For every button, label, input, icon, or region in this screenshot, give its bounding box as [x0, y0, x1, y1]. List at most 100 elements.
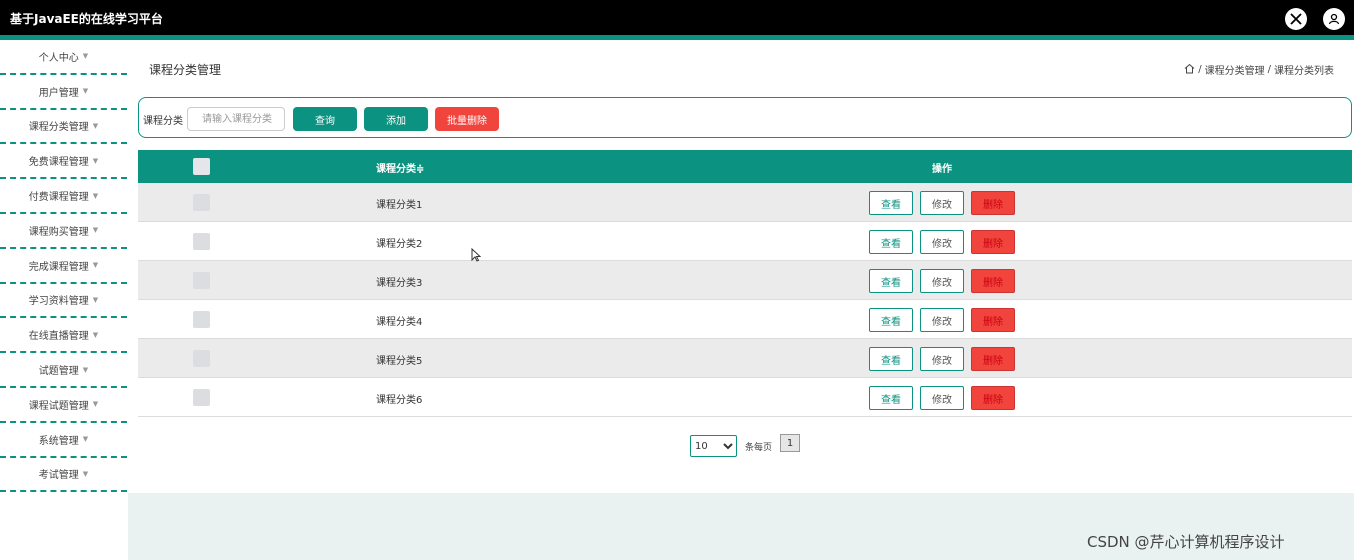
- table-header: 课程分类≑ 操作: [138, 150, 1352, 183]
- category-name-cell: 课程分类4: [376, 317, 423, 328]
- sidebar-item-label: 课程试题管理: [28, 400, 89, 412]
- search-panel: 课程分类 查询 添加 批量删除: [138, 97, 1352, 138]
- edit-button[interactable]: 修改: [920, 386, 964, 410]
- breadcrumb-separator: /: [1267, 64, 1271, 75]
- sidebar-item-label: 免费课程管理: [28, 157, 89, 169]
- row-checkbox[interactable]: [193, 233, 210, 250]
- sidebar-item-label: 完成课程管理: [28, 261, 89, 273]
- fullscreen-exit-icon[interactable]: [1285, 8, 1307, 30]
- edit-button[interactable]: 修改: [920, 230, 964, 254]
- delete-button[interactable]: 删除: [971, 308, 1015, 332]
- sidebar-item-exams[interactable]: 考试管理 ▼: [0, 458, 127, 493]
- user-icon[interactable]: [1323, 8, 1345, 30]
- caret-down-icon: ▼: [92, 261, 99, 270]
- breadcrumb: / 课程分类管理 / 课程分类列表: [1184, 62, 1334, 77]
- row-actions: 查看 修改 删除: [869, 386, 1015, 410]
- category-table: 课程分类≑ 操作 课程分类1 查看 修改 删除 课程分类2 查看 修改 删除 课…: [138, 150, 1352, 417]
- table-row: 课程分类5 查看 修改 删除: [138, 339, 1352, 378]
- category-name-cell: 课程分类5: [376, 356, 423, 367]
- edit-button[interactable]: 修改: [920, 191, 964, 215]
- app-title: 基于JavaEE的在线学习平台: [10, 12, 163, 26]
- select-all-checkbox[interactable]: [193, 158, 210, 175]
- caret-down-icon: ▼: [92, 121, 99, 130]
- sidebar-item-questions[interactable]: 试题管理 ▼: [0, 353, 127, 388]
- category-search-input[interactable]: [187, 107, 285, 131]
- column-header-operation: 操作: [932, 164, 952, 175]
- caret-down-icon: ▼: [92, 156, 99, 165]
- table-row: 课程分类3 查看 修改 删除: [138, 261, 1352, 300]
- row-checkbox[interactable]: [193, 311, 210, 328]
- page-size-select[interactable]: 10: [690, 435, 737, 457]
- sidebar-item-paid-courses[interactable]: 付费课程管理 ▼: [0, 179, 127, 214]
- sidebar-item-course-purchase[interactable]: 课程购买管理 ▼: [0, 214, 127, 249]
- table-row: 课程分类1 查看 修改 删除: [138, 183, 1352, 222]
- sidebar-item-learning-materials[interactable]: 学习资料管理 ▼: [0, 284, 127, 319]
- view-button[interactable]: 查看: [869, 269, 913, 293]
- breadcrumb-item-course-category[interactable]: 课程分类管理: [1205, 62, 1265, 77]
- sidebar-item-label: 个人中心: [38, 52, 79, 64]
- row-checkbox[interactable]: [193, 389, 210, 406]
- caret-down-icon: ▼: [92, 295, 99, 304]
- delete-button[interactable]: 删除: [971, 230, 1015, 254]
- row-actions: 查看 修改 删除: [869, 347, 1015, 371]
- column-header-label: 课程分类: [376, 164, 416, 175]
- sidebar-item-label: 考试管理: [38, 470, 79, 482]
- delete-button[interactable]: 删除: [971, 347, 1015, 371]
- sidebar-item-label: 付费课程管理: [28, 192, 89, 204]
- content-panel: 课程分类管理 / 课程分类管理 / 课程分类列表 课程分类 查询 添加 批量删除…: [128, 40, 1354, 493]
- table-row: 课程分类2 查看 修改 删除: [138, 222, 1352, 261]
- sidebar-item-label: 学习资料管理: [28, 296, 89, 308]
- sidebar-item-system[interactable]: 系统管理 ▼: [0, 423, 127, 458]
- mouse-cursor-icon: [471, 248, 481, 262]
- view-button[interactable]: 查看: [869, 191, 913, 215]
- query-button[interactable]: 查询: [293, 107, 357, 131]
- sidebar-item-completed-courses[interactable]: 完成课程管理 ▼: [0, 249, 127, 284]
- watermark: CSDN @芹心计算机程序设计: [1087, 533, 1285, 551]
- sidebar-item-label: 在线直播管理: [28, 331, 89, 343]
- category-name-cell: 课程分类6: [376, 395, 423, 406]
- breadcrumb-item-list: 课程分类列表: [1274, 66, 1334, 77]
- sidebar-item-users[interactable]: 用户管理 ▼: [0, 75, 127, 110]
- delete-button[interactable]: 删除: [971, 269, 1015, 293]
- add-button[interactable]: 添加: [364, 107, 428, 131]
- pagination: 10 条每页 1: [690, 434, 801, 457]
- table-row: 课程分类6 查看 修改 删除: [138, 378, 1352, 417]
- sort-icon[interactable]: ≑: [416, 164, 424, 175]
- caret-down-icon: ▼: [92, 400, 99, 409]
- sidebar-item-free-courses[interactable]: 免费课程管理 ▼: [0, 144, 127, 180]
- caret-down-icon: ▼: [82, 87, 89, 96]
- view-button[interactable]: 查看: [869, 230, 913, 254]
- category-name-cell: 课程分类2: [376, 239, 423, 250]
- row-actions: 查看 修改 删除: [869, 191, 1015, 215]
- row-checkbox[interactable]: [193, 272, 210, 289]
- home-icon[interactable]: [1184, 63, 1195, 77]
- view-button[interactable]: 查看: [869, 386, 913, 410]
- search-label: 课程分类: [143, 116, 183, 127]
- row-checkbox[interactable]: [193, 350, 210, 367]
- view-button[interactable]: 查看: [869, 347, 913, 371]
- sidebar-item-label: 试题管理: [38, 366, 79, 378]
- caret-down-icon: ▼: [92, 191, 99, 200]
- view-button[interactable]: 查看: [869, 308, 913, 332]
- sidebar-item-label: 系统管理: [38, 435, 79, 447]
- sidebar-item-personal-center[interactable]: 个人中心 ▼: [0, 40, 127, 75]
- sidebar-item-live-streaming[interactable]: 在线直播管理 ▼: [0, 318, 127, 354]
- sidebar-item-course-category[interactable]: 课程分类管理 ▼: [0, 110, 127, 145]
- sidebar-item-label: 课程分类管理: [28, 122, 89, 134]
- top-bar: 基于JavaEE的在线学习平台: [0, 0, 1354, 35]
- caret-down-icon: ▼: [92, 226, 99, 235]
- page-number-button[interactable]: 1: [780, 434, 801, 452]
- caret-down-icon: ▼: [82, 469, 89, 478]
- delete-button[interactable]: 删除: [971, 386, 1015, 410]
- batch-delete-button[interactable]: 批量删除: [435, 107, 499, 131]
- breadcrumb-separator: /: [1198, 64, 1202, 75]
- edit-button[interactable]: 修改: [920, 308, 964, 332]
- sidebar-item-label: 用户管理: [38, 87, 79, 99]
- edit-button[interactable]: 修改: [920, 269, 964, 293]
- column-header-category[interactable]: 课程分类≑: [376, 160, 424, 175]
- category-name-cell: 课程分类3: [376, 278, 423, 289]
- edit-button[interactable]: 修改: [920, 347, 964, 371]
- row-checkbox[interactable]: [193, 194, 210, 211]
- sidebar-item-course-questions[interactable]: 课程试题管理 ▼: [0, 388, 127, 423]
- delete-button[interactable]: 删除: [971, 191, 1015, 215]
